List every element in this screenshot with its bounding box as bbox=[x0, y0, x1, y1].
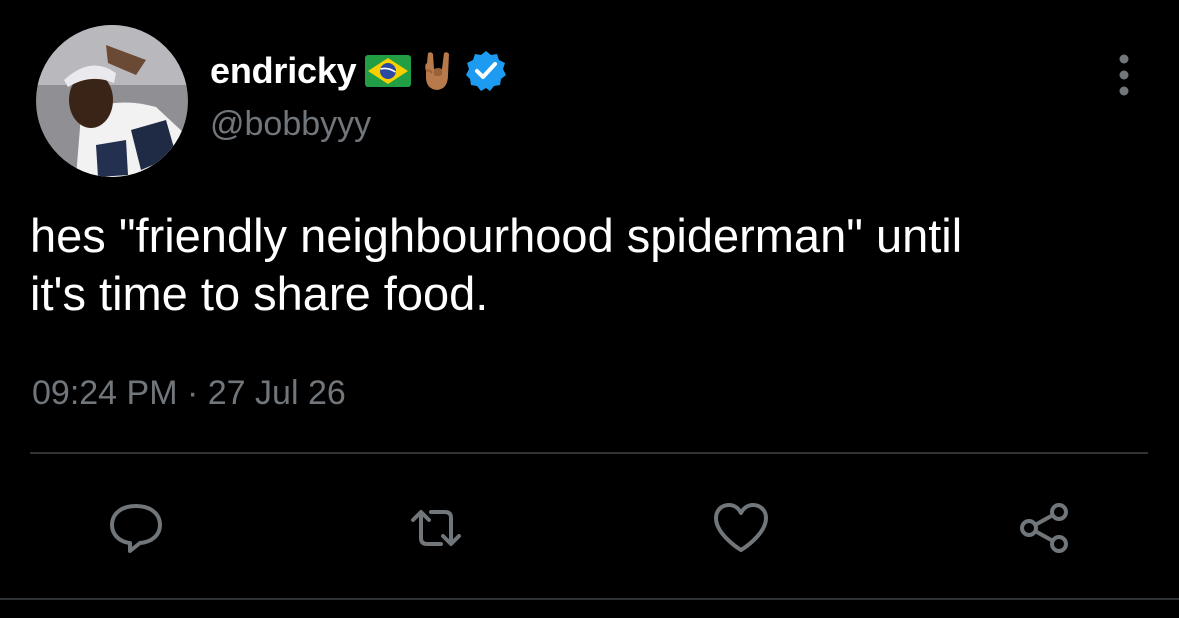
divider bbox=[30, 452, 1148, 454]
share-button[interactable] bbox=[1008, 495, 1078, 565]
rock-hand-icon bbox=[420, 49, 456, 93]
avatar[interactable] bbox=[36, 25, 188, 177]
author-handle[interactable]: @bobbyyy bbox=[210, 105, 508, 144]
tweet-header: endricky @bobbyyy bbox=[36, 25, 1146, 185]
tweet-text: hes "friendly neighbourhood spiderman" u… bbox=[30, 209, 963, 320]
bottom-divider bbox=[0, 598, 1179, 600]
name-row: endricky bbox=[210, 47, 508, 95]
action-bar bbox=[0, 495, 1179, 565]
more-options-icon[interactable] bbox=[1112, 51, 1136, 99]
retweet-button[interactable] bbox=[401, 495, 471, 565]
like-icon bbox=[710, 498, 772, 563]
retweet-icon bbox=[401, 498, 471, 563]
verified-icon bbox=[464, 49, 508, 93]
share-icon bbox=[1013, 498, 1073, 563]
tweet-time: 09:24 PM bbox=[32, 374, 178, 412]
like-button[interactable] bbox=[706, 495, 776, 565]
reply-icon bbox=[106, 498, 166, 563]
tweet-card: endricky @bobbyyy hes "friendly neighbou… bbox=[0, 0, 1179, 618]
author-identity: endricky @bobbyyy bbox=[210, 47, 508, 144]
display-name[interactable]: endricky bbox=[210, 50, 357, 92]
meta-separator: · bbox=[186, 374, 199, 412]
tweet-date: 27 Jul 26 bbox=[207, 374, 346, 412]
brazil-flag-icon bbox=[364, 54, 412, 88]
tweet-timestamp[interactable]: 09:24 PM · 27 Jul 26 bbox=[32, 374, 346, 413]
reply-button[interactable] bbox=[101, 495, 171, 565]
